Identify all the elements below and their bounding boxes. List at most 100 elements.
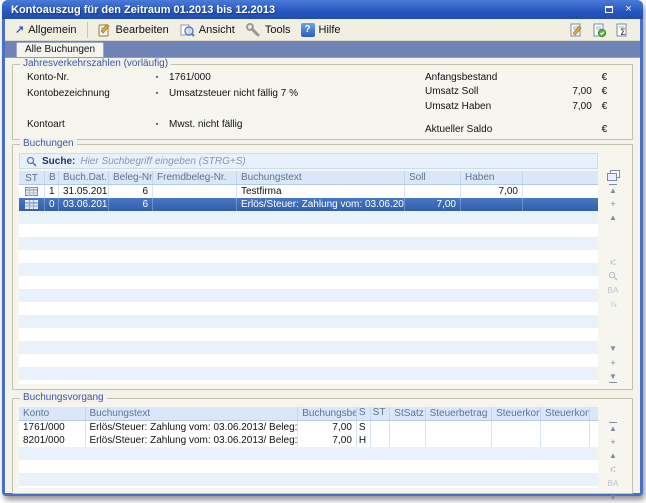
scroll-down-icon[interactable]: ▼ [609, 343, 617, 355]
currency-symbol: € [602, 101, 608, 112]
empty-row [19, 224, 598, 237]
restore-button[interactable] [600, 3, 617, 17]
field-value: 7,00 [528, 86, 592, 97]
group-jahresverkehrszahlen: Jahresverkehrszahlen (vorläufig) Konto-N… [12, 64, 633, 140]
column-header[interactable]: B [45, 171, 59, 184]
tab-alle-buchungen[interactable]: Alle Buchungen [16, 42, 104, 57]
cell-fremdbeleg [153, 185, 237, 198]
document-check-icon[interactable] [591, 22, 607, 38]
cell-fremdbeleg [153, 198, 237, 211]
field-aktueller-saldo: Aktueller Saldo € [425, 124, 607, 135]
scroll-top-icon[interactable]: ▲ [609, 422, 617, 434]
column-header[interactable]: Steuerkonto 2 [541, 407, 590, 420]
titlebar: Kontoauszug für den Zeitraum 01.2013 bis… [2, 0, 643, 19]
menu-bearbeiten[interactable]: Bearbeiten [92, 20, 175, 40]
content: Jahresverkehrszahlen (vorläufig) Konto-N… [5, 58, 640, 493]
field-value: 1761/000 [169, 72, 211, 83]
column-header[interactable]: Konto [19, 407, 86, 420]
cell-buchungstext: Erlös/Steuer: Zahlung vom: 03.06.2013/ B… [86, 434, 299, 447]
cell-b: 1 [45, 185, 59, 198]
cell-s: H [357, 434, 371, 447]
notebook-pencil-icon [96, 22, 112, 38]
group-buchungen: Buchungen Suche: Hier Suchbegriff eingeb… [12, 144, 633, 390]
empty-row [19, 341, 598, 354]
column-header[interactable]: ST [19, 171, 45, 184]
column-header[interactable]: Steuerbetrag [426, 407, 493, 420]
cell-konto: 1761/000 [19, 421, 86, 434]
empty-row [19, 486, 598, 488]
column-chooser-icon[interactable] [607, 170, 620, 182]
menu-ansicht[interactable]: Ansicht [175, 20, 241, 40]
barcode-icon[interactable]: ⑆ [611, 257, 616, 269]
transaction-scroll-strip: ▲ + ▲ ⑆ BA ▼ [600, 421, 626, 488]
currency-symbol: € [602, 72, 608, 83]
menu-tools[interactable]: Tools [241, 20, 297, 40]
table-row[interactable]: 1761/000 Erlös/Steuer: Zahlung vom: 03.0… [19, 421, 598, 434]
toolbar-right: Σ [568, 22, 634, 38]
wrench-icon [245, 22, 261, 38]
search-grid-icon[interactable] [608, 271, 618, 283]
field-umsatz-haben: Umsatz Haben 7,00 € [425, 101, 607, 112]
empty-rows [19, 211, 598, 384]
cell-soll: 7,00 [405, 198, 461, 211]
column-header [523, 171, 598, 184]
document-edit-icon[interactable] [568, 22, 584, 38]
column-header[interactable]: ST [371, 407, 391, 420]
scroll-page-up-icon[interactable]: + [610, 436, 615, 448]
menu-hilfe[interactable]: ? Hilfe [297, 21, 347, 39]
column-header[interactable]: Steuerkonto 1 [492, 407, 541, 420]
empty-row [19, 473, 598, 486]
column-header[interactable]: Soll [405, 171, 461, 184]
field-konto-nr: Konto-Nr. ▪ 1761/000 [27, 72, 211, 83]
search-label: Suche: [42, 156, 75, 167]
empty-row [19, 276, 598, 289]
empty-row [19, 460, 598, 473]
cell-beleg: 6 [109, 198, 153, 211]
column-header[interactable]: Beleg-Nr. [109, 171, 153, 184]
close-button[interactable]: × [620, 3, 637, 17]
cell-buchungstext: Testfirma [237, 185, 405, 198]
tabstrip: Alle Buchungen [5, 41, 640, 58]
scroll-top-icon[interactable]: ▲ [609, 184, 617, 196]
scroll-page-up-icon[interactable]: + [610, 198, 615, 210]
arrow-up-right-icon: ↗ [15, 23, 24, 36]
scroll-bottom-icon[interactable]: ▼ [609, 371, 617, 383]
column-header[interactable]: StSatz [390, 407, 425, 420]
column-header[interactable]: Buchungstext [237, 171, 405, 184]
scroll-up-icon[interactable]: ▲ [609, 450, 617, 462]
barcode-icon[interactable]: ⑆ [611, 464, 616, 476]
field-umsatz-soll: Umsatz Soll 7,00 € [425, 86, 607, 97]
column-header[interactable]: S [357, 407, 371, 420]
menu-allgemein[interactable]: ↗ Allgemein [11, 21, 83, 38]
column-header[interactable]: Buchungstext [86, 407, 299, 420]
menubar: ↗ Allgemein Bearbeiten Ansicht T [5, 19, 640, 41]
table-row[interactable]: 8201/000 Erlös/Steuer: Zahlung vom: 03.0… [19, 434, 598, 447]
document-sum-icon[interactable]: Σ [614, 22, 630, 38]
empty-row [19, 237, 598, 250]
column-header[interactable]: Buchungsbetrag [298, 407, 357, 420]
empty-rows [19, 447, 598, 488]
booking-grid-icon [19, 185, 45, 198]
column-header[interactable]: Buch.Dat. [59, 171, 109, 184]
cell-betrag: 7,00 [298, 421, 357, 434]
search-input[interactable]: Hier Suchbegriff eingeben (STRG+S) [80, 156, 245, 167]
empty-row [19, 263, 598, 276]
bookings-scroll-strip: ▲ + ▲ ⑆ BA ⅞ ▼ + ▼ [600, 169, 626, 384]
cell-buchungstext: Erlös/Steuer: Zahlung vom: 03.06.2013/ B… [237, 198, 405, 211]
cell-steuerbetrag [426, 421, 493, 434]
table-row-selected[interactable]: 0 03.06.2013 6 Erlös/Steuer: Zahlung vom… [19, 198, 598, 211]
ba-icon[interactable]: BA [608, 285, 619, 297]
search-bar[interactable]: Suche: Hier Suchbegriff eingeben (STRG+S… [19, 153, 598, 169]
column-header[interactable]: Fremdbeleg-Nr. [153, 171, 237, 184]
cell-st [371, 421, 391, 434]
scroll-down-icon[interactable]: ▼ [609, 492, 617, 503]
scroll-up-icon[interactable]: ▲ [609, 212, 617, 224]
column-header[interactable]: Haben [461, 171, 523, 184]
cell-st [371, 434, 391, 447]
cell-date: 31.05.2013 [59, 185, 109, 198]
table-row[interactable]: 1 31.05.2013 6 Testfirma 7,00 [19, 185, 598, 198]
scroll-page-down-icon[interactable]: + [610, 357, 615, 369]
ba-icon[interactable]: BA [608, 478, 619, 490]
field-anfangsbestand: Anfangsbestand € [425, 72, 607, 83]
fraction-icon[interactable]: ⅞ [610, 299, 617, 311]
